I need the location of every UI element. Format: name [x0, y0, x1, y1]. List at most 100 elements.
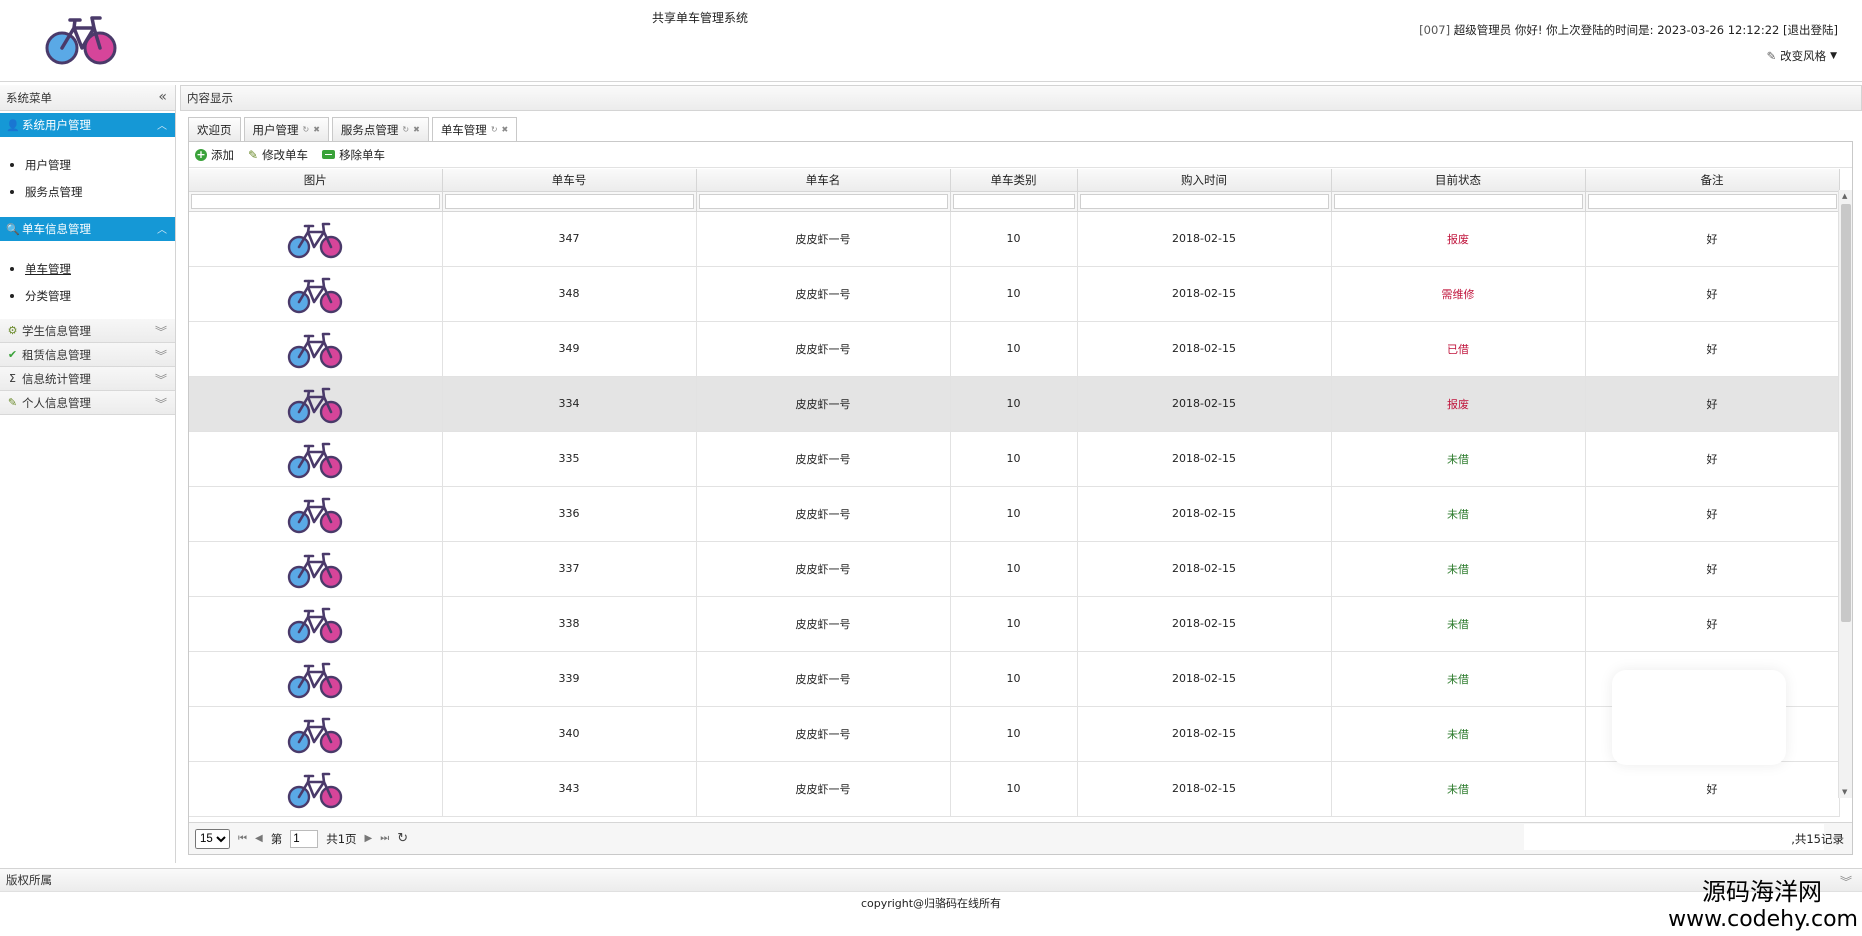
filter-input-bike-name[interactable] [698, 193, 948, 209]
change-style-menu[interactable]: ✎ 改变风格 ▼ [1766, 48, 1837, 64]
column-header-image[interactable]: 图片 [189, 169, 443, 192]
cell-image [189, 706, 443, 762]
page-number-input[interactable] [290, 829, 319, 848]
bike-datagrid-panel: +添加 ✎修改单车 移除单车 图片 单车号 单车名 单车类别 购入时间 目前 [188, 141, 1853, 855]
menu-group-system-users[interactable]: 👤 系统用户管理 ︿ [0, 113, 175, 137]
filter-input-note[interactable] [1587, 193, 1837, 209]
sigma-icon: Σ [9, 372, 16, 385]
menu-group-student-info[interactable]: ⚙ 学生信息管理 ︾ [0, 319, 175, 343]
bike-table: 图片 单车号 单车名 单车类别 购入时间 目前状态 备注 347 皮皮虾一号 1… [189, 169, 1840, 817]
remove-bike-button[interactable]: 移除单车 [322, 147, 385, 163]
status-text: 未借 [1447, 507, 1469, 521]
column-header-purchase-date[interactable]: 购入时间 [1077, 169, 1332, 192]
caret-down-icon: ▼ [1830, 51, 1837, 61]
table-body: 347 皮皮虾一号 10 2018-02-15 报废好 348 皮皮虾一号 10 2018-02… [189, 211, 1840, 817]
menu-group-personal-info[interactable]: ✎ 个人信息管理 ︾ [0, 391, 175, 415]
menu-group-label: 学生信息管理 [22, 323, 91, 338]
last-page-icon[interactable]: ⏭ [380, 833, 389, 844]
first-page-icon[interactable]: ⏮ [238, 833, 247, 844]
table-row[interactable]: 347 皮皮虾一号 10 2018-02-15 报废 好 [189, 211, 1840, 267]
cell-bike-no: 347 [442, 211, 697, 267]
table-row[interactable]: 349 皮皮虾一号 10 2018-02-15 已借 好 [189, 321, 1840, 377]
table-row[interactable]: 336 皮皮虾一号 10 2018-02-15 未借 好 [189, 486, 1840, 542]
close-icon[interactable]: ✖ [413, 125, 420, 134]
cell-purchase-date: 2018-02-15 [1077, 321, 1332, 377]
close-icon[interactable]: ✖ [502, 125, 509, 134]
refresh-icon[interactable]: ↻ [397, 831, 408, 846]
tab-user-manage[interactable]: 用户管理 ↻ ✖ [243, 117, 329, 141]
cell-purchase-date: 2018-02-15 [1077, 651, 1332, 707]
add-button[interactable]: + 添加 [195, 147, 234, 163]
cell-bike-name: 皮皮虾一号 [696, 321, 951, 377]
table-row[interactable]: 335 皮皮虾一号 10 2018-02-15 未借 好 [189, 431, 1840, 487]
edit-bike-button[interactable]: ✎ 修改单车 [248, 147, 308, 163]
cell-bike-name: 皮皮虾一号 [696, 651, 951, 707]
table-row[interactable]: 339 皮皮虾一号 10 2018-02-15 未借 [189, 651, 1840, 707]
filter-input-image[interactable] [191, 193, 440, 209]
cell-note: 好 [1585, 761, 1840, 817]
search-icon: 🔍 [6, 222, 20, 236]
next-page-icon[interactable]: ▶ [365, 833, 373, 844]
page-size-select[interactable]: 15 [195, 828, 230, 849]
chevron-down-icon: ︾ [154, 325, 167, 339]
scroll-down-icon[interactable]: ▼ [1842, 788, 1847, 796]
tab-bike-manage[interactable]: 单车管理 ↻ ✖ [431, 117, 518, 141]
cell-image [189, 211, 443, 267]
filter-input-purchase-date[interactable] [1079, 193, 1329, 209]
scroll-up-icon[interactable]: ▲ [1842, 192, 1847, 200]
menu-group-rental-info[interactable]: ✔ 租赁信息管理 ︾ [0, 343, 175, 367]
scrollbar-thumb[interactable] [1841, 204, 1851, 622]
close-icon[interactable]: ✖ [313, 125, 320, 134]
menu-group-label: 租赁信息管理 [22, 347, 91, 362]
menu-group-statistics[interactable]: Σ 信息统计管理 ︾ [0, 367, 175, 391]
tab-welcome[interactable]: 欢迎页 [188, 117, 241, 141]
filter-input-bike-no[interactable] [444, 193, 694, 209]
cell-bike-name: 皮皮虾一号 [696, 706, 951, 762]
bullet-icon [10, 293, 14, 298]
cell-note: 好 [1585, 266, 1840, 322]
menu-group-bike-info[interactable]: 🔍 单车信息管理 ︿ [0, 217, 175, 241]
bicycle-icon [288, 497, 343, 533]
cell-bike-name: 皮皮虾一号 [696, 596, 951, 652]
filter-input-category[interactable] [952, 193, 1075, 209]
column-header-status[interactable]: 目前状态 [1331, 169, 1586, 192]
filter-input-status[interactable] [1333, 193, 1583, 209]
table-row[interactable]: 340 皮皮虾一号 10 2018-02-15 未借 [189, 706, 1840, 762]
filter-cell [1077, 191, 1332, 212]
cell-status: 未借 [1331, 651, 1586, 707]
bicycle-icon [288, 442, 343, 478]
filter-cell [950, 191, 1078, 212]
table-row[interactable]: 343 皮皮虾一号 10 2018-02-15 未借 好 [189, 761, 1840, 817]
table-row[interactable]: 348 皮皮虾一号 10 2018-02-15 需维修 好 [189, 266, 1840, 322]
menu-item-user-manage[interactable]: 用户管理 [10, 151, 175, 178]
menu-item-service-point[interactable]: 服务点管理 [10, 178, 175, 205]
menu-item-bike-manage[interactable]: 单车管理 [10, 255, 175, 282]
table-row[interactable]: 338 皮皮虾一号 10 2018-02-15 未借 好 [189, 596, 1840, 652]
collapse-left-icon[interactable]: « [158, 89, 167, 105]
prev-page-icon[interactable]: ◀ [255, 833, 263, 844]
column-header-bike-no[interactable]: 单车号 [442, 169, 697, 192]
cell-status: 报废 [1331, 376, 1586, 432]
column-header-note[interactable]: 备注 [1585, 169, 1840, 192]
cell-bike-no: 343 [442, 761, 697, 817]
cell-category: 10 [950, 596, 1078, 652]
menu-item-category-manage[interactable]: 分类管理 [10, 282, 175, 309]
table-row[interactable]: 337 皮皮虾一号 10 2018-02-15 未借 好 [189, 541, 1840, 597]
status-text: 未借 [1447, 452, 1469, 466]
filter-cell [1585, 191, 1840, 212]
vertical-scrollbar[interactable]: ▲ ▼ [1838, 190, 1852, 798]
status-text: 未借 [1447, 782, 1469, 796]
refresh-icon[interactable]: ↻ [491, 125, 498, 134]
refresh-icon[interactable]: ↻ [402, 125, 409, 134]
cell-category: 10 [950, 431, 1078, 487]
cell-note: 好 [1585, 431, 1840, 487]
main-panel: 内容显示 欢迎页 用户管理 ↻ ✖ 服务点管理 ↻ ✖ 单车管理 ↻ ✖ + 添加 ✎ 修改单车… [180, 85, 1862, 863]
column-header-bike-name[interactable]: 单车名 [696, 169, 951, 192]
tab-service-point[interactable]: 服务点管理 ↻ ✖ [331, 117, 429, 141]
logout-link[interactable]: [退出登陆] [1783, 23, 1838, 37]
cell-image [189, 486, 443, 542]
refresh-icon[interactable]: ↻ [303, 125, 310, 134]
table-row[interactable]: 334 皮皮虾一号 10 2018-02-15 报废 好 [189, 376, 1840, 432]
column-header-category[interactable]: 单车类别 [950, 169, 1078, 192]
cell-status: 未借 [1331, 431, 1586, 487]
